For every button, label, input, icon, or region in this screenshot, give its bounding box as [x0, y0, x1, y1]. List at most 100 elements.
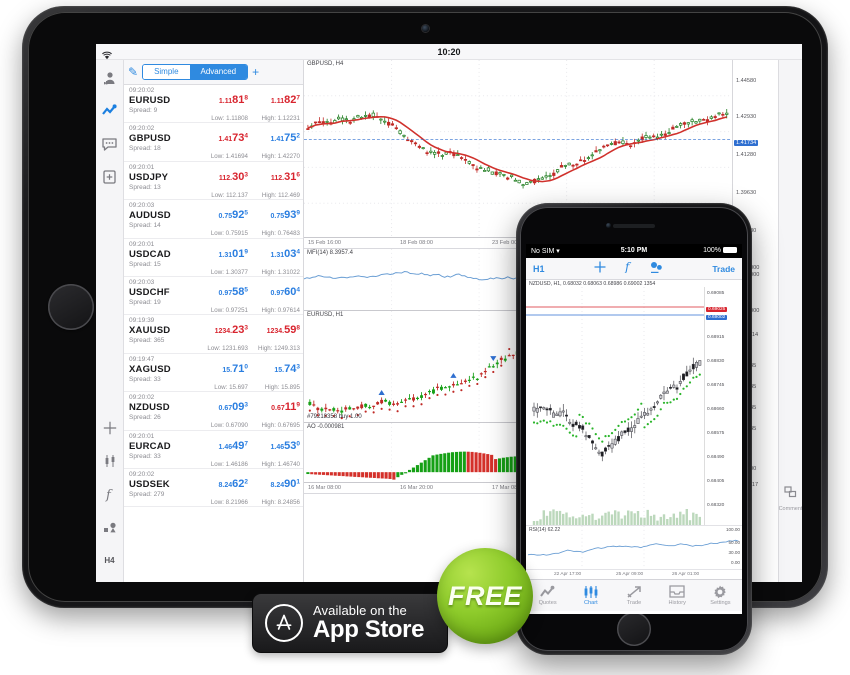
quote-spread: Spread: 33	[129, 452, 161, 460]
news-icon[interactable]	[99, 166, 121, 188]
ao-label: AO -0.000981	[307, 424, 345, 430]
quote-ask: 0.75939	[270, 209, 301, 222]
quote-low: Low: 1.11808	[211, 115, 248, 122]
quote-high: High: 15.895	[264, 383, 300, 391]
chart2-order-label: #79218358 buy 1.00	[307, 414, 362, 420]
tab-settings[interactable]: Settings	[699, 585, 742, 606]
advanced-mode-button[interactable]: Advanced	[189, 65, 248, 79]
price-tick: 0.68660	[707, 407, 725, 412]
comment-icon[interactable]	[784, 485, 797, 503]
tab-trade[interactable]: Trade	[612, 585, 655, 606]
view-mode-segmented-control[interactable]: Simple Advanced	[142, 64, 249, 80]
chat-icon[interactable]	[99, 133, 121, 155]
edit-icon[interactable]: ✎	[128, 66, 138, 78]
quote-ask: 112.316	[270, 170, 300, 183]
quotes-list[interactable]: 09:20:02 EURUSD Spread: 9 1.11818 1.11827 Low…	[124, 85, 303, 582]
quote-row[interactable]: 09:20:01 USDCAD Spread: 15 1.31019 1.31034 Lo…	[124, 239, 303, 277]
quote-row[interactable]: 09:20:02 GBPUSD Spread: 18 1.41734 1.41752 Lo…	[124, 123, 303, 162]
quote-ask: 8.24901	[270, 477, 301, 490]
timeframe-button[interactable]: H4	[99, 549, 121, 571]
quote-time: 09:20:01	[129, 240, 155, 248]
quote-row[interactable]: 09:20:03 AUDUSD Spread: 14 0.75925 0.75939 Lo…	[124, 200, 303, 239]
iphone-device: No SIM ▾ 5:10 PM 100% H1 f Trade NZDUSD,…	[516, 203, 752, 655]
quote-row[interactable]: 09:20:01 EURCAD Spread: 33 1.46497 1.46530 Lo…	[124, 431, 303, 469]
quote-low: Low: 0.97251	[210, 306, 248, 314]
objects-icon[interactable]	[650, 260, 663, 278]
chart1-label: GBPUSD, H4	[307, 61, 344, 67]
quote-row[interactable]: 09:20:01 USDJPY Spread: 13 112.303 112.316 Lo…	[124, 162, 303, 201]
price-tick: 0.68915	[707, 335, 725, 340]
quote-spread: Spread: 15	[129, 260, 161, 268]
quote-high: High: 1249.313	[258, 345, 300, 353]
home-button[interactable]	[617, 612, 651, 646]
earpiece-speaker	[613, 224, 655, 228]
tab-chart[interactable]: Chart	[569, 585, 612, 606]
indicators-icon[interactable]: f	[623, 260, 633, 278]
price-tick: 0.68745	[707, 383, 725, 388]
quote-high: High: 112.469	[261, 191, 300, 199]
quote-high: High: 0.67695	[261, 422, 300, 430]
free-label: FREE	[447, 580, 522, 611]
rsi-tick: 50.00	[728, 540, 741, 545]
tab-settings-label: Settings	[710, 600, 731, 606]
tab-quotes-label: Quotes	[538, 600, 557, 606]
timeframe-button[interactable]: H1	[533, 264, 545, 274]
quote-spread: Spread: 19	[129, 298, 161, 306]
price-tick: 1.41280	[736, 152, 757, 158]
iphone-chart-area[interactable]: 0.69085 0.69025 0.69002 0.68915 0.68830 0.687…	[526, 287, 742, 525]
iphone-price-scale[interactable]: 0.69085 0.69025 0.69002 0.68915 0.68830 0.687…	[704, 287, 742, 525]
quote-row[interactable]: 09:19:47 XAGUSD Spread: 33 15.710 15.743 Low:…	[124, 354, 303, 393]
quote-spread: Spread: 26	[129, 414, 161, 422]
quote-bid: 0.97585	[218, 285, 249, 298]
trade-button[interactable]: Trade	[712, 264, 735, 274]
price-tick: 0.68830	[707, 359, 725, 364]
quote-row[interactable]: 09:20:02 USDSEK Spread: 279 8.24622 8.24901 L…	[124, 469, 303, 508]
add-symbol-icon[interactable]: +	[252, 66, 259, 78]
axis-tick: 26 Apr 01:00	[672, 572, 700, 577]
quote-bid: 0.75925	[218, 209, 249, 222]
quote-time: 09:20:02	[129, 87, 155, 94]
quote-low: Low: 15.697	[214, 383, 248, 391]
quotes-icon[interactable]	[99, 100, 121, 122]
objects-icon[interactable]	[99, 516, 121, 538]
quote-spread: Spread: 279	[129, 490, 165, 498]
app-store-badge[interactable]: Available on the App Store	[252, 593, 448, 653]
indicators-icon[interactable]: f	[99, 483, 121, 505]
quote-time: 09:20:02	[129, 470, 155, 478]
quote-spread: Spread: 33	[129, 375, 161, 383]
quote-bid: 1.41734	[218, 132, 249, 145]
quote-row[interactable]: 09:20:02 NZDUSD Spread: 26 0.67093 0.67119 Lo…	[124, 392, 303, 431]
quote-time: 09:19:47	[129, 355, 155, 363]
quote-ask: 1.31034	[270, 247, 301, 260]
iphone-tab-bar[interactable]: Quotes Chart Trade History Settings	[526, 579, 742, 611]
quote-bid: 0.67093	[218, 401, 249, 414]
mfi-label: MFI(14) 8.3957.4	[307, 250, 354, 256]
quote-row[interactable]: 09:19:39 XAUUSD Spread: 365 1234.233 1234.59…	[124, 315, 303, 354]
crosshair-icon[interactable]	[99, 417, 121, 439]
svg-text:f: f	[624, 260, 632, 273]
iphone-rsi-indicator[interactable]: RSI(14) 62.22 100.00 50.00 30.00 0.00	[526, 525, 742, 569]
tab-history-label: History	[668, 600, 686, 606]
quote-row[interactable]: 09:20:02 EURUSD Spread: 9 1.11818 1.11827 Low…	[124, 85, 303, 124]
iphone-chart-canvas[interactable]	[526, 287, 704, 525]
quote-ask: 1.41752	[270, 132, 301, 145]
quote-low: Low: 112.137	[211, 191, 248, 199]
quote-high: High: 0.76483	[261, 230, 300, 238]
quote-high: High: 1.42270	[261, 153, 300, 161]
quote-row[interactable]: 09:20:03 USDCHF Spread: 19 0.97585 0.97604 Lo…	[124, 277, 303, 316]
crosshair-icon[interactable]	[594, 260, 606, 278]
account-icon[interactable]	[99, 67, 121, 89]
price-tick: 0.68320	[707, 503, 725, 508]
home-button[interactable]	[48, 284, 94, 330]
quote-bid: 1.11818	[218, 94, 248, 106]
price-tick: 0.69002	[706, 315, 728, 320]
simple-mode-button[interactable]: Simple	[143, 65, 190, 79]
rsi-tick: 100.00	[725, 527, 740, 532]
quote-ask: 15.743	[274, 362, 300, 375]
quote-bid: 1234.233	[214, 324, 248, 337]
quote-ask: 1.46530	[270, 439, 301, 452]
iphone-price-chart	[526, 287, 704, 525]
candles-icon[interactable]	[99, 450, 121, 472]
price-tick: 0.68405	[707, 479, 725, 484]
tab-history[interactable]: History	[656, 585, 699, 606]
